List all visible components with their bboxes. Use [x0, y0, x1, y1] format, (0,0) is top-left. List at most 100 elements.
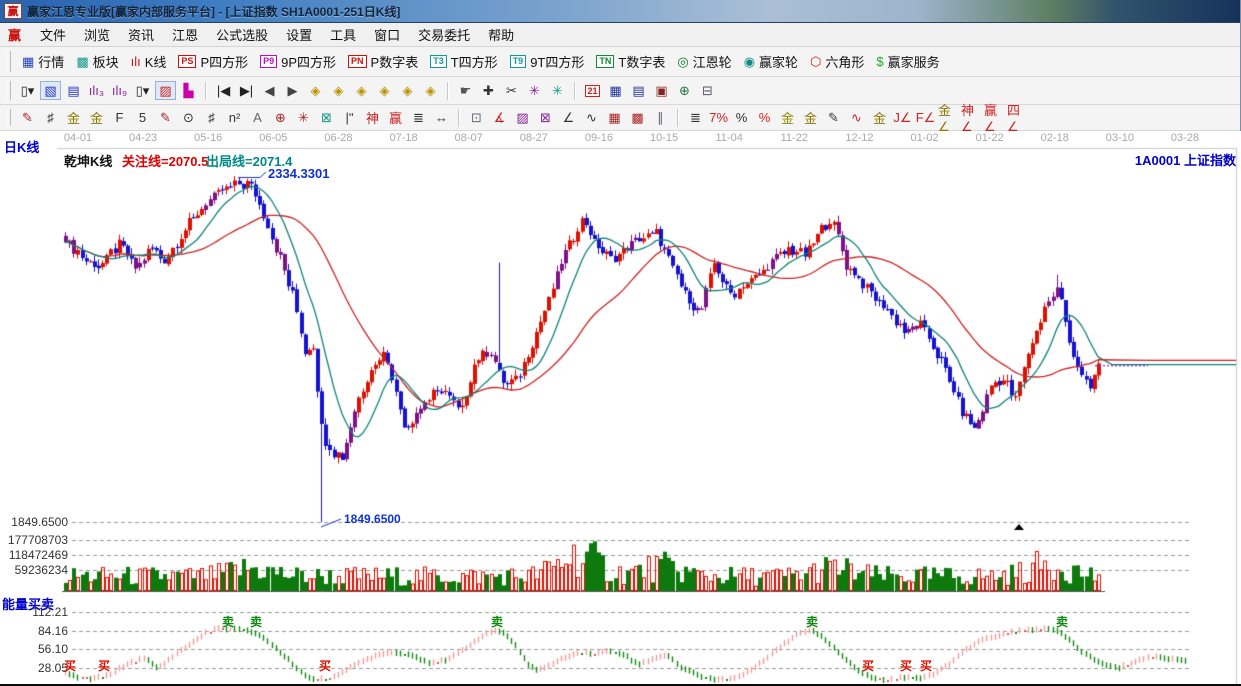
color-histogram-icon[interactable]: ▙ — [178, 81, 199, 100]
gann-scale-icon[interactable]: ♯ — [40, 108, 61, 127]
pencil-icon[interactable]: ✎ — [17, 108, 38, 127]
quote-mark-icon[interactable]: |ʺ — [339, 108, 360, 127]
9p-square-button[interactable]: P99P四方形 — [257, 51, 339, 72]
angle-lines-icon[interactable]: ∠ — [558, 108, 579, 127]
bars-9-chart-icon[interactable]: ılı₉ — [109, 81, 130, 100]
web-box-icon[interactable]: ⊠ — [316, 108, 337, 127]
f-grid-icon[interactable]: F — [109, 108, 130, 127]
circle-3-icon[interactable]: ⊙ — [178, 108, 199, 127]
menu-item-6[interactable]: 工具 — [321, 26, 365, 45]
notes-icon[interactable]: ▤ — [628, 81, 649, 100]
fan-lines-icon[interactable]: ∡ — [489, 108, 510, 127]
five-grid-icon[interactable]: 5 — [132, 108, 153, 127]
winner-wheel-button[interactable]: ◉赢家轮 — [741, 51, 801, 72]
percent-line-icon[interactable]: 7% — [708, 108, 729, 127]
gann-diamond-cross-icon[interactable]: ◈ — [374, 81, 395, 100]
app-menu-icon[interactable]: 赢 — [8, 25, 21, 44]
crosshair-tool-icon[interactable]: ✚ — [478, 81, 499, 100]
quotes-button[interactable]: ▦行情 — [19, 51, 67, 72]
box-fan-icon[interactable]: ⊠ — [535, 108, 556, 127]
dual-kline-toggle-icon[interactable]: ▨ — [155, 81, 176, 100]
network-kline-toggle-icon[interactable]: ▧ — [40, 81, 61, 100]
hand-tool-icon[interactable]: ☛ — [455, 81, 476, 100]
ying-tool-icon[interactable]: 赢 — [385, 108, 406, 127]
p-number-table-button[interactable]: PNP数字表 — [345, 51, 421, 72]
window-resize-icon[interactable]: ⊡ — [466, 108, 487, 127]
wave-tool-icon[interactable]: ∿ — [581, 108, 602, 127]
si-angle-icon[interactable]: 四∠ — [1007, 108, 1028, 127]
web-service-icon[interactable]: ⊕ — [674, 81, 695, 100]
grid-fine-icon[interactable]: ▩ — [627, 108, 648, 127]
gann-diamond-left-icon[interactable]: ◈ — [305, 81, 326, 100]
menu-item-1[interactable]: 浏览 — [75, 26, 119, 45]
hash-scale-icon[interactable]: ♯ — [201, 108, 222, 127]
gann-diamond-right-icon[interactable]: ◈ — [328, 81, 349, 100]
gann-diamond-full-icon[interactable]: ◈ — [420, 81, 441, 100]
menu-item-8[interactable]: 交易委托 — [409, 26, 479, 45]
kline-button[interactable]: ılıK线 — [128, 51, 170, 72]
width-measure-icon[interactable]: ↔ — [431, 108, 452, 127]
flower-teal-icon[interactable]: ✳ — [547, 81, 568, 100]
menu-item-4[interactable]: 公式选股 — [207, 26, 277, 45]
p-square-button[interactable]: PSP四方形 — [175, 51, 251, 72]
winner-service-button[interactable]: $赢家服务 — [873, 51, 942, 72]
t-square-button[interactable]: T3T四方形 — [427, 51, 500, 72]
shen-tool-icon[interactable]: 神 — [362, 108, 383, 127]
parallel-lines-icon[interactable]: ∥ — [650, 108, 671, 127]
fan-box-icon[interactable]: ▨ — [512, 108, 533, 127]
circle-cross-icon[interactable]: ⊕ — [270, 108, 291, 127]
menu-item-7[interactable]: 窗口 — [365, 26, 409, 45]
chart-canvas[interactable] — [0, 131, 1241, 686]
gold-level-icon[interactable]: 金 — [800, 108, 821, 127]
t-number-table-button[interactable]: TNT数字表 — [593, 51, 668, 72]
grid-red-icon[interactable]: ▦ — [604, 108, 625, 127]
pencil-measure-icon[interactable]: ✎ — [155, 108, 176, 127]
pencil-black-icon[interactable]: ✎ — [823, 108, 844, 127]
prev-bar-icon[interactable]: ◀ — [259, 81, 280, 100]
candle-type-dropdown-icon[interactable]: ▯▾ — [17, 81, 38, 100]
sectors-button[interactable]: ▩板块 — [73, 51, 121, 72]
print-setup-icon[interactable]: ⊟ — [697, 81, 718, 100]
gold-grid-a-icon[interactable]: 金 — [63, 108, 84, 127]
menu-item-5[interactable]: 设置 — [277, 26, 321, 45]
j-angle-icon[interactable]: J∠ — [892, 108, 913, 127]
toolbar-grip[interactable] — [6, 109, 11, 127]
ying-angle-icon[interactable]: 赢∠ — [984, 108, 1005, 127]
gann-diamond-star-icon[interactable]: ◈ — [397, 81, 418, 100]
shen-angle-icon[interactable]: 神∠ — [961, 108, 982, 127]
gold-circle-icon[interactable]: 金 — [777, 108, 798, 127]
first-page-icon[interactable]: |◀ — [213, 81, 234, 100]
angle-a-icon[interactable]: A — [247, 108, 268, 127]
gold-angle-icon[interactable]: 金∠ — [938, 108, 959, 127]
calculator-icon[interactable]: ▦ — [605, 81, 626, 100]
9t-square-button[interactable]: T99T四方形 — [507, 51, 588, 72]
next-bar-icon[interactable]: ▶ — [282, 81, 303, 100]
web-red-icon[interactable]: ✳ — [293, 108, 314, 127]
flower-purple-icon[interactable]: ✳ — [524, 81, 545, 100]
hexagon-button[interactable]: ⬡六角形 — [807, 51, 867, 72]
scissors-tool-icon[interactable]: ✂ — [501, 81, 522, 100]
menu-item-0[interactable]: 文件 — [31, 26, 75, 45]
n-square-icon[interactable]: n² — [224, 108, 245, 127]
gold-line-icon[interactable]: 金 — [869, 108, 890, 127]
info-clipboard-icon[interactable]: ▤ — [63, 81, 84, 100]
save-icon[interactable]: ▣ — [651, 81, 672, 100]
toolbar-grip[interactable] — [6, 81, 11, 100]
gann-diamond-width-icon[interactable]: ◈ — [351, 81, 372, 100]
f-angle-icon[interactable]: F∠ — [915, 108, 936, 127]
menu-item-3[interactable]: 江恩 — [163, 26, 207, 45]
toolbar-grip[interactable] — [6, 51, 11, 71]
last-page-icon[interactable]: ▶| — [236, 81, 257, 100]
percent-icon[interactable]: % — [731, 108, 752, 127]
a-wave-icon[interactable]: ∿ — [846, 108, 867, 127]
price-bars-icon[interactable]: ≣ — [685, 108, 706, 127]
gann-wheel-button[interactable]: ◎江恩轮 — [674, 51, 734, 72]
gold-grid-b-icon[interactable]: 金 — [86, 108, 107, 127]
menu-item-9[interactable]: 帮助 — [479, 26, 523, 45]
calendar-21-icon[interactable]: 21 — [582, 81, 603, 100]
percent-level-icon[interactable]: % — [754, 108, 775, 127]
ruler-123-icon[interactable]: ≣ — [408, 108, 429, 127]
candle-dropdown-icon[interactable]: ▯▾ — [132, 81, 153, 100]
bars-3-chart-icon[interactable]: ılı₃ — [86, 81, 107, 100]
menu-item-2[interactable]: 资讯 — [119, 26, 163, 45]
